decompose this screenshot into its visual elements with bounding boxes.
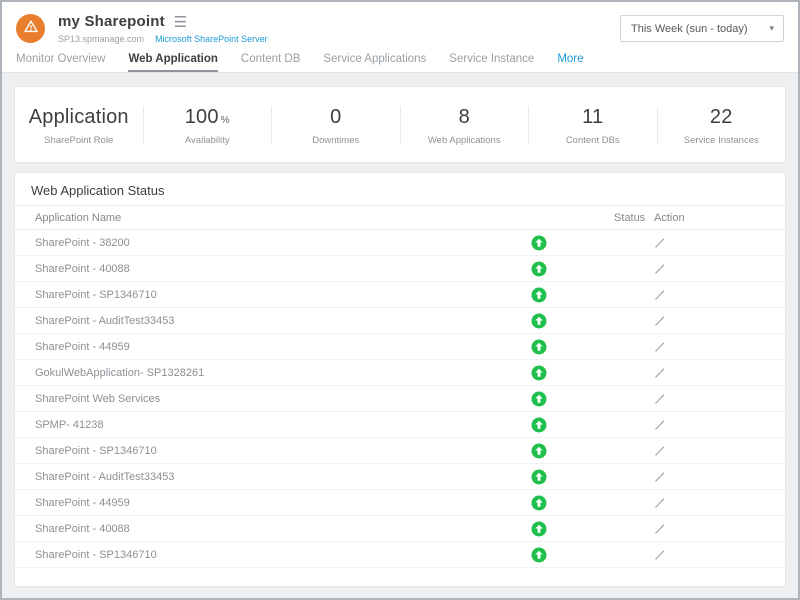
status-up-icon: [532, 417, 547, 432]
stat-sharepoint-role: Application SharePoint Role: [15, 104, 143, 146]
tab-service-instance[interactable]: Service Instance: [449, 53, 534, 72]
application-name: SharePoint - 44959: [15, 497, 130, 509]
table-row: SharePoint - SP1346710: [15, 282, 785, 308]
stat-web-applications: 8 Web Applications: [401, 104, 529, 146]
stat-content-dbs: 11 Content DBs: [529, 104, 657, 146]
content-area: Application SharePoint Role 100% Availab…: [2, 73, 798, 600]
pencil-icon[interactable]: [651, 443, 667, 459]
chevron-down-icon: ▾: [769, 23, 783, 34]
table-row: SharePoint - 44959: [15, 490, 785, 516]
stat-label: Service Instances: [658, 135, 786, 146]
tab-content-db[interactable]: Content DB: [241, 53, 300, 72]
application-name: SPMP- 41238: [15, 419, 103, 431]
web-application-status-card: Web Application Status Application Name …: [15, 173, 785, 586]
table-row: SharePoint - AuditTest33453: [15, 464, 785, 490]
column-header-application-name: Application Name: [15, 212, 121, 224]
app-window: my Sharepoint ☰ SP13.spmanage.com Micros…: [0, 0, 800, 600]
application-name: SharePoint - AuditTest33453: [15, 471, 174, 483]
monitor-status-icon: [16, 14, 45, 43]
pencil-icon[interactable]: [651, 547, 667, 563]
table-row: GokulWebApplication- SP1328261: [15, 360, 785, 386]
tab-service-applications[interactable]: Service Applications: [323, 53, 426, 72]
table-row: SharePoint - SP1346710: [15, 438, 785, 464]
status-up-icon: [532, 235, 547, 250]
stat-value: 0: [272, 106, 400, 129]
time-range-select[interactable]: This Week (sun - today) ▾: [620, 15, 784, 42]
application-name: SharePoint - 40088: [15, 523, 130, 535]
pencil-icon[interactable]: [651, 391, 667, 407]
application-name: SharePoint - 38200: [15, 237, 130, 249]
server-type-link[interactable]: Microsoft SharePoint Server: [155, 34, 268, 44]
application-name: SharePoint - SP1346710: [15, 445, 157, 457]
stat-value: Application: [15, 106, 143, 129]
stat-value: 100%: [144, 106, 272, 129]
status-up-icon: [532, 469, 547, 484]
status-up-icon: [532, 521, 547, 536]
status-up-icon: [532, 391, 547, 406]
table-row: SharePoint Web Services: [15, 386, 785, 412]
pencil-icon[interactable]: [651, 495, 667, 511]
pencil-icon[interactable]: [651, 287, 667, 303]
application-name: SharePoint - 40088: [15, 263, 130, 275]
stat-label: SharePoint Role: [15, 135, 143, 146]
status-up-icon: [532, 547, 547, 562]
table-row: SharePoint - 38200: [15, 230, 785, 256]
status-up-icon: [532, 495, 547, 510]
pencil-icon[interactable]: [651, 313, 667, 329]
table-row: SharePoint - 40088: [15, 516, 785, 542]
pencil-icon[interactable]: [651, 235, 667, 251]
tab-bar: Monitor Overview Web Application Content…: [2, 50, 798, 73]
stat-label: Content DBs: [529, 135, 657, 146]
application-name: SharePoint - SP1346710: [15, 289, 157, 301]
tab-web-application[interactable]: Web Application: [128, 53, 217, 72]
application-name: GokulWebApplication- SP1328261: [15, 367, 204, 379]
column-header-action: Action: [654, 212, 685, 224]
status-up-icon: [532, 261, 547, 276]
tab-monitor-overview[interactable]: Monitor Overview: [16, 53, 105, 72]
pencil-icon[interactable]: [651, 469, 667, 485]
stat-availability: 100% Availability: [144, 104, 272, 146]
percent-unit: %: [221, 115, 230, 126]
summary-stats-card: Application SharePoint Role 100% Availab…: [15, 87, 785, 162]
status-up-icon: [532, 313, 547, 328]
application-name: SharePoint - SP1346710: [15, 549, 157, 561]
stat-label: Web Applications: [401, 135, 529, 146]
pencil-icon[interactable]: [651, 417, 667, 433]
status-up-icon: [532, 287, 547, 302]
status-up-icon: [532, 443, 547, 458]
time-range-value: This Week (sun - today): [621, 23, 769, 35]
status-up-icon: [532, 365, 547, 380]
table-row: SPMP- 41238: [15, 412, 785, 438]
tab-more[interactable]: More: [557, 53, 583, 72]
stat-service-instances: 22 Service Instances: [658, 104, 786, 146]
pencil-icon[interactable]: [651, 521, 667, 537]
brand-block: my Sharepoint ☰ SP13.spmanage.com Micros…: [58, 13, 268, 44]
column-header-status: Status: [614, 212, 645, 224]
table-row: SharePoint - SP1346710: [15, 542, 785, 568]
stat-value: 22: [658, 106, 786, 129]
host-name: SP13.spmanage.com: [58, 34, 144, 44]
pencil-icon[interactable]: [651, 261, 667, 277]
table-row: SharePoint - 44959: [15, 334, 785, 360]
stat-downtimes: 0 Downtimes: [272, 104, 400, 146]
pencil-icon[interactable]: [651, 365, 667, 381]
stat-label: Downtimes: [272, 135, 400, 146]
table-row: SharePoint - 40088: [15, 256, 785, 282]
stat-label: Availability: [144, 135, 272, 146]
table-body: SharePoint - 38200 SharePoint - 40088: [15, 230, 785, 568]
table-row: SharePoint - AuditTest33453: [15, 308, 785, 334]
application-name: SharePoint - AuditTest33453: [15, 315, 174, 327]
stat-value: 11: [529, 106, 657, 129]
card-title: Web Application Status: [15, 173, 785, 206]
hamburger-icon[interactable]: ☰: [174, 15, 187, 30]
pencil-icon[interactable]: [651, 339, 667, 355]
table-header-row: Application Name Status Action: [15, 206, 785, 230]
application-name: SharePoint - 44959: [15, 341, 130, 353]
page-title: my Sharepoint: [58, 13, 165, 30]
application-name: SharePoint Web Services: [15, 393, 160, 405]
top-header: my Sharepoint ☰ SP13.spmanage.com Micros…: [2, 2, 798, 50]
status-up-icon: [532, 339, 547, 354]
stat-value: 8: [401, 106, 529, 129]
warning-triangle-icon: [23, 19, 39, 39]
